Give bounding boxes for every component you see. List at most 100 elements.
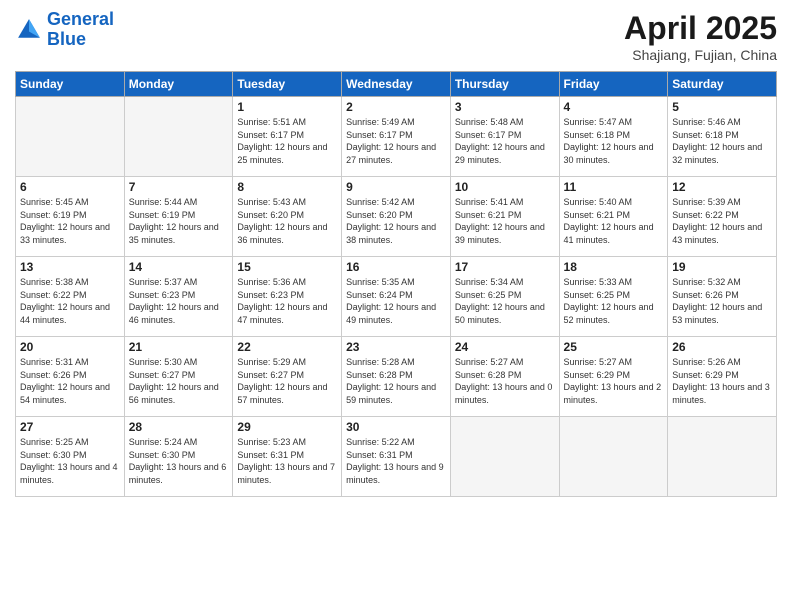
calendar-cell: 10Sunrise: 5:41 AMSunset: 6:21 PMDayligh… xyxy=(450,177,559,257)
day-info: Sunrise: 5:29 AMSunset: 6:27 PMDaylight:… xyxy=(237,356,337,406)
calendar-day-header: Tuesday xyxy=(233,72,342,97)
calendar-cell: 12 Sunrise: 5:39 AMSunset: 6:22 PMDayligh… xyxy=(668,177,777,257)
calendar-cell: 7 Sunrise: 5:44 AMSunset: 6:19 PMDaylight… xyxy=(124,177,233,257)
day-number: 5 xyxy=(672,100,772,114)
day-number: 16 xyxy=(346,260,446,274)
calendar-day-header: Saturday xyxy=(668,72,777,97)
calendar-header-row: SundayMondayTuesdayWednesdayThursdayFrid… xyxy=(16,72,777,97)
day-number: 28 xyxy=(129,420,229,434)
logo-icon xyxy=(15,16,43,44)
day-number: 21 xyxy=(129,340,229,354)
day-info: Sunrise: 5:31 AMSunset: 6:26 PMDaylight:… xyxy=(20,356,120,406)
day-info: Sunrise: 5:37 AMSunset: 6:23 PMDaylight:… xyxy=(129,276,229,326)
day-info: Sunrise: 5:48 AMSunset: 6:17 PMDaylight:… xyxy=(455,116,555,166)
day-info: Sunrise: 5:42 AMSunset: 6:20 PMDaylight:… xyxy=(346,196,446,246)
day-number: 7 xyxy=(129,180,229,194)
calendar-cell xyxy=(559,417,668,497)
calendar-cell: 17 Sunrise: 5:34 AMSunset: 6:25 PMDayligh… xyxy=(450,257,559,337)
day-number: 22 xyxy=(237,340,337,354)
day-number: 15 xyxy=(237,260,337,274)
logo-general: General xyxy=(47,9,114,29)
day-number: 11 xyxy=(564,180,664,194)
calendar-cell: 22 Sunrise: 5:29 AMSunset: 6:27 PMDayligh… xyxy=(233,337,342,417)
day-info: Sunrise: 5:51 AMSunset: 6:17 PMDaylight:… xyxy=(237,116,337,166)
calendar-week-row: 27 Sunrise: 5:25 AMSunset: 6:30 PMDayligh… xyxy=(16,417,777,497)
logo-blue: Blue xyxy=(47,30,114,50)
day-info: Sunrise: 5:45 AMSunset: 6:19 PMDaylight:… xyxy=(20,196,120,246)
calendar-table: SundayMondayTuesdayWednesdayThursdayFrid… xyxy=(15,71,777,497)
calendar-cell: 14 Sunrise: 5:37 AMSunset: 6:23 PMDayligh… xyxy=(124,257,233,337)
calendar-day-header: Thursday xyxy=(450,72,559,97)
calendar-cell: 13Sunrise: 5:38 AMSunset: 6:22 PMDayligh… xyxy=(16,257,125,337)
day-info: Sunrise: 5:43 AMSunset: 6:20 PMDaylight:… xyxy=(237,196,337,246)
day-info: Sunrise: 5:25 AMSunset: 6:30 PMDaylight:… xyxy=(20,436,120,486)
calendar-week-row: 20 Sunrise: 5:31 AMSunset: 6:26 PMDayligh… xyxy=(16,337,777,417)
calendar-cell: 19 Sunrise: 5:32 AMSunset: 6:26 PMDayligh… xyxy=(668,257,777,337)
day-info: Sunrise: 5:27 AMSunset: 6:29 PMDaylight:… xyxy=(564,356,664,406)
calendar-cell: 5 Sunrise: 5:46 AMSunset: 6:18 PMDaylight… xyxy=(668,97,777,177)
calendar-cell: 8 Sunrise: 5:43 AMSunset: 6:20 PMDaylight… xyxy=(233,177,342,257)
day-number: 8 xyxy=(237,180,337,194)
calendar-cell xyxy=(16,97,125,177)
logo: General Blue xyxy=(15,10,114,50)
calendar-cell: 27 Sunrise: 5:25 AMSunset: 6:30 PMDayligh… xyxy=(16,417,125,497)
calendar-cell: 4Sunrise: 5:47 AMSunset: 6:18 PMDaylight… xyxy=(559,97,668,177)
day-info: Sunrise: 5:35 AMSunset: 6:24 PMDaylight:… xyxy=(346,276,446,326)
calendar-cell: 2 Sunrise: 5:49 AMSunset: 6:17 PMDaylight… xyxy=(342,97,451,177)
calendar-cell: 26 Sunrise: 5:26 AMSunset: 6:29 PMDayligh… xyxy=(668,337,777,417)
page: General Blue April 2025 Shajiang, Fujian… xyxy=(0,0,792,612)
calendar-cell: 18 Sunrise: 5:33 AMSunset: 6:25 PMDayligh… xyxy=(559,257,668,337)
calendar-cell: 16 Sunrise: 5:35 AMSunset: 6:24 PMDayligh… xyxy=(342,257,451,337)
day-number: 17 xyxy=(455,260,555,274)
calendar-day-header: Friday xyxy=(559,72,668,97)
day-info: Sunrise: 5:26 AMSunset: 6:29 PMDaylight:… xyxy=(672,356,772,406)
logo-text: General Blue xyxy=(47,10,114,50)
day-number: 3 xyxy=(455,100,555,114)
day-number: 29 xyxy=(237,420,337,434)
calendar-cell xyxy=(124,97,233,177)
calendar-cell: 24 Sunrise: 5:27 AMSunset: 6:28 PMDayligh… xyxy=(450,337,559,417)
day-number: 23 xyxy=(346,340,446,354)
day-number: 26 xyxy=(672,340,772,354)
calendar-week-row: 1 Sunrise: 5:51 AMSunset: 6:17 PMDaylight… xyxy=(16,97,777,177)
calendar-cell: 11Sunrise: 5:40 AMSunset: 6:21 PMDayligh… xyxy=(559,177,668,257)
day-info: Sunrise: 5:30 AMSunset: 6:27 PMDaylight:… xyxy=(129,356,229,406)
main-title: April 2025 xyxy=(624,10,777,47)
day-info: Sunrise: 5:33 AMSunset: 6:25 PMDaylight:… xyxy=(564,276,664,326)
day-info: Sunrise: 5:34 AMSunset: 6:25 PMDaylight:… xyxy=(455,276,555,326)
calendar-cell: 20 Sunrise: 5:31 AMSunset: 6:26 PMDayligh… xyxy=(16,337,125,417)
calendar-cell: 3 Sunrise: 5:48 AMSunset: 6:17 PMDaylight… xyxy=(450,97,559,177)
day-info: Sunrise: 5:44 AMSunset: 6:19 PMDaylight:… xyxy=(129,196,229,246)
day-number: 1 xyxy=(237,100,337,114)
day-info: Sunrise: 5:46 AMSunset: 6:18 PMDaylight:… xyxy=(672,116,772,166)
day-number: 2 xyxy=(346,100,446,114)
day-number: 24 xyxy=(455,340,555,354)
day-number: 20 xyxy=(20,340,120,354)
calendar-cell: 6 Sunrise: 5:45 AMSunset: 6:19 PMDaylight… xyxy=(16,177,125,257)
day-number: 12 xyxy=(672,180,772,194)
calendar-cell: 1 Sunrise: 5:51 AMSunset: 6:17 PMDaylight… xyxy=(233,97,342,177)
day-number: 27 xyxy=(20,420,120,434)
day-number: 25 xyxy=(564,340,664,354)
day-info: Sunrise: 5:49 AMSunset: 6:17 PMDaylight:… xyxy=(346,116,446,166)
day-info: Sunrise: 5:27 AMSunset: 6:28 PMDaylight:… xyxy=(455,356,555,406)
day-info: Sunrise: 5:39 AMSunset: 6:22 PMDaylight:… xyxy=(672,196,772,246)
day-number: 4 xyxy=(564,100,664,114)
day-info: Sunrise: 5:23 AMSunset: 6:31 PMDaylight:… xyxy=(237,436,337,486)
day-info: Sunrise: 5:32 AMSunset: 6:26 PMDaylight:… xyxy=(672,276,772,326)
day-number: 19 xyxy=(672,260,772,274)
day-info: Sunrise: 5:36 AMSunset: 6:23 PMDaylight:… xyxy=(237,276,337,326)
calendar-week-row: 6 Sunrise: 5:45 AMSunset: 6:19 PMDaylight… xyxy=(16,177,777,257)
calendar-cell: 28 Sunrise: 5:24 AMSunset: 6:30 PMDayligh… xyxy=(124,417,233,497)
day-number: 13 xyxy=(20,260,120,274)
day-number: 14 xyxy=(129,260,229,274)
day-info: Sunrise: 5:24 AMSunset: 6:30 PMDaylight:… xyxy=(129,436,229,486)
day-number: 6 xyxy=(20,180,120,194)
calendar-cell: 29 Sunrise: 5:23 AMSunset: 6:31 PMDayligh… xyxy=(233,417,342,497)
calendar-cell: 21 Sunrise: 5:30 AMSunset: 6:27 PMDayligh… xyxy=(124,337,233,417)
sub-title: Shajiang, Fujian, China xyxy=(624,47,777,63)
day-number: 18 xyxy=(564,260,664,274)
day-number: 30 xyxy=(346,420,446,434)
calendar-cell: 23Sunrise: 5:28 AMSunset: 6:28 PMDayligh… xyxy=(342,337,451,417)
header: General Blue April 2025 Shajiang, Fujian… xyxy=(15,10,777,63)
